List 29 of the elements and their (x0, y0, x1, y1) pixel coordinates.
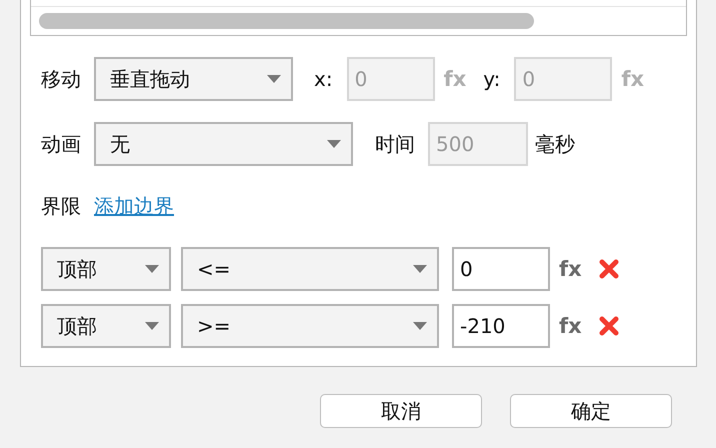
animation-label: 动画 (41, 130, 81, 158)
caret-icon (413, 265, 427, 273)
fx-button[interactable]: fx (559, 314, 582, 338)
operator-dropdown[interactable]: >= (181, 304, 439, 348)
caret-icon (145, 322, 159, 330)
scrollbar-thumb[interactable] (39, 13, 534, 29)
caret-icon (267, 75, 281, 83)
delete-icon[interactable] (598, 258, 620, 280)
edge-dropdown[interactable]: 顶部 (41, 304, 171, 348)
coord-label: x: (314, 67, 333, 91)
dialog-button[interactable]: 确定 (510, 394, 672, 428)
caret-icon (145, 265, 159, 273)
operator-dropdown[interactable]: <= (181, 247, 439, 291)
limits-label: 界限 (41, 193, 81, 220)
delete-icon[interactable] (598, 315, 620, 337)
add-boundary-link[interactable]: 添加边界 (94, 193, 174, 220)
fx-button[interactable]: fx (559, 257, 582, 281)
move-dropdown[interactable]: 垂直拖动 (94, 57, 293, 101)
coord-label: y: (483, 67, 500, 91)
caret-icon (327, 140, 341, 148)
time-label: 时间 (375, 130, 415, 158)
value-field[interactable]: 0 (452, 247, 550, 291)
unit-label: 毫秒 (535, 130, 575, 158)
dialog-button[interactable]: 取消 (320, 394, 482, 428)
animation-dropdown[interactable]: 无 (94, 122, 353, 166)
value-field[interactable]: -210 (452, 304, 550, 348)
caret-icon (413, 322, 427, 330)
move-label: 移动 (41, 66, 81, 92)
edge-dropdown[interactable]: 顶部 (41, 247, 171, 291)
